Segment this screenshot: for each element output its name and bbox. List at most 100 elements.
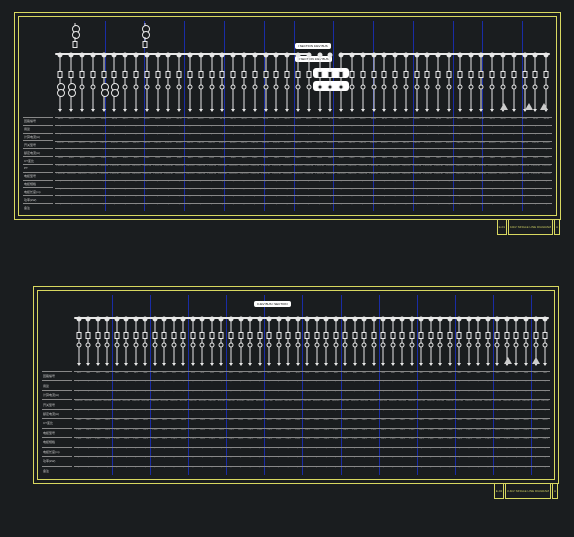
table-cell: - — [174, 204, 185, 212]
table-cell: - — [464, 467, 474, 476]
row-header: 回路编号 — [23, 117, 53, 125]
feeder — [245, 319, 255, 367]
feeder — [131, 319, 141, 367]
feeder — [388, 319, 398, 367]
feeder — [401, 55, 412, 115]
feeder — [188, 319, 198, 367]
row-header: 功率(kW) — [23, 195, 53, 203]
feeder — [255, 319, 265, 367]
row-header: CT变比 — [23, 156, 53, 164]
table-cell: - — [390, 204, 401, 212]
feeder — [314, 55, 325, 115]
table-cell: - — [347, 204, 358, 212]
table-cell: - — [264, 467, 274, 476]
table-cell: - — [445, 467, 455, 476]
table-cell: - — [398, 467, 408, 476]
table-cell: - — [331, 467, 341, 476]
feeder — [293, 55, 304, 115]
table-cell: - — [217, 467, 227, 476]
table-cell: - — [493, 467, 503, 476]
title-rev: A — [554, 219, 560, 235]
feeder — [195, 55, 206, 115]
row-header: 电缆长度(m) — [23, 187, 53, 195]
feeder — [359, 319, 369, 367]
table-cell: - — [249, 204, 260, 212]
feeder — [426, 319, 436, 367]
table-cell: - — [531, 467, 541, 476]
table-cell: - — [426, 467, 436, 476]
table-cell: - — [179, 467, 189, 476]
feeder — [236, 319, 246, 367]
schedule-table-1: 回路编号用途计算电流(A)开关型号额定电流(A)CT变比PT电缆型号电缆规格电缆… — [23, 117, 552, 211]
table-cell: - — [336, 204, 347, 212]
incoming-1 — [65, 23, 85, 47]
feeder — [336, 55, 347, 115]
table-cell: - — [188, 467, 198, 476]
table-cell: - — [226, 467, 236, 476]
table-cell: - — [379, 204, 390, 212]
feeder — [141, 55, 152, 115]
feeder — [93, 319, 103, 367]
table-cell: - — [195, 204, 206, 212]
feeder — [407, 319, 417, 367]
incoming-2 — [135, 23, 155, 47]
table-cell: - — [508, 204, 519, 212]
drawing-sheet-1[interactable]: I SECTION 10kV BUS II SECTION 10kV BUS 回… — [14, 12, 561, 220]
cad-canvas[interactable]: I SECTION 10kV BUS II SECTION 10kV BUS 回… — [0, 0, 574, 537]
table-cell: - — [150, 467, 160, 476]
table-cell: - — [519, 204, 530, 212]
feeder — [350, 319, 360, 367]
title-text-2: 0.4kV SINGLE LINE DIAGRAM — [505, 483, 551, 499]
feeder — [455, 319, 465, 367]
table-cell: - — [109, 204, 120, 212]
table-cell: - — [369, 467, 379, 476]
feeder — [508, 55, 519, 115]
feeder — [150, 319, 160, 367]
table-cell: - — [198, 467, 208, 476]
row-header: 电缆规格 — [23, 180, 53, 188]
feeder — [239, 55, 250, 115]
outgoing-xfmr-icon-3 — [540, 103, 548, 110]
feeder — [77, 55, 88, 115]
feeder — [226, 319, 236, 367]
feeder — [122, 319, 132, 367]
table-cell: - — [498, 204, 509, 212]
table-cell: - — [74, 467, 84, 476]
table-cell: - — [131, 467, 141, 476]
feeder — [422, 55, 433, 115]
feeder — [444, 55, 455, 115]
table-cell: - — [303, 204, 314, 212]
feeder — [185, 55, 196, 115]
bus-label-left: I SECTION 10kV BUS — [295, 43, 331, 49]
feeder — [66, 55, 77, 115]
feeder — [312, 319, 322, 367]
feeder — [274, 319, 284, 367]
table-cell: - — [321, 467, 331, 476]
feeder — [217, 319, 227, 367]
table-cell: - — [141, 204, 152, 212]
table-cell: - — [541, 204, 552, 212]
feeder — [74, 319, 84, 367]
outgoing-xfmr-icon-1 — [500, 103, 508, 110]
table-cell: - — [422, 204, 433, 212]
feeder — [264, 319, 274, 367]
table-cell: - — [103, 467, 113, 476]
schedule-table-2: 回路编号用途计算电流(A)开关型号额定电流(A)CT变比电缆型号电缆规格电缆长度… — [42, 371, 550, 475]
feeder — [347, 55, 358, 115]
table-cell: - — [98, 204, 109, 212]
table-cell: - — [122, 467, 132, 476]
table-cell: - — [217, 204, 228, 212]
table-cell: - — [474, 467, 484, 476]
title-block-1: E-01 10kV SINGLE LINE DIAGRAM A — [497, 219, 560, 235]
row-header: 电缆规格 — [42, 437, 72, 446]
feeder — [217, 55, 228, 115]
feeder — [228, 55, 239, 115]
table-cell: - — [455, 467, 465, 476]
table-cell: - — [283, 467, 293, 476]
row-header: 计算电流(A) — [23, 133, 53, 141]
feeder — [174, 55, 185, 115]
feeder — [483, 319, 493, 367]
table-cell: - — [388, 467, 398, 476]
outgoing-xfmr-icon-2 — [525, 103, 533, 110]
drawing-sheet-2[interactable]: 0.4kV BUS I SECTION 回路编号用途计算电流(A)开关型号额定电… — [33, 286, 559, 484]
